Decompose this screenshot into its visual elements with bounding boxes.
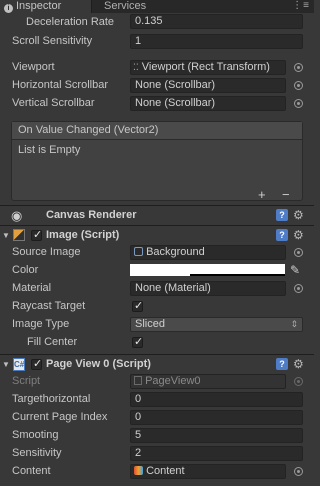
source-image-row: Source Image Background xyxy=(0,243,314,261)
raycast-target-row: Raycast Target xyxy=(0,297,314,315)
gear-icon[interactable]: ⚙ xyxy=(293,358,304,370)
content-picker-icon[interactable] xyxy=(294,467,303,476)
color-label: Color xyxy=(12,264,39,276)
target-horizontal-label: Targethorizontal xyxy=(12,393,91,405)
content-label: Content xyxy=(12,465,51,477)
viewport-label: Viewport xyxy=(12,61,55,73)
source-image-field[interactable]: Background xyxy=(130,245,286,260)
vertical-scrollbar-row: Vertical Scrollbar None (Scrollbar) xyxy=(0,94,314,112)
script-field: PageView0 xyxy=(130,374,286,389)
rect-transform-icon: ⁚⁚ xyxy=(133,62,139,72)
eye-icon: ◉ xyxy=(11,208,23,223)
vertical-scrollbar-field[interactable]: None (Scrollbar) xyxy=(130,96,286,111)
material-picker-icon[interactable] xyxy=(294,284,303,293)
deceleration-rate-field[interactable]: 0.135 xyxy=(130,14,303,29)
deceleration-rate-label: Deceleration Rate xyxy=(26,16,115,28)
sprite-icon xyxy=(134,247,143,256)
eyedropper-icon[interactable]: ✎ xyxy=(290,263,300,277)
image-type-row: Image Type Sliced ⇕ xyxy=(0,315,314,333)
smooting-label: Smooting xyxy=(12,429,59,441)
vertical-scrollbar-picker-icon[interactable] xyxy=(294,99,303,108)
raycast-target-checkbox[interactable] xyxy=(132,299,143,312)
content-field[interactable]: Content xyxy=(130,464,286,479)
viewport-field[interactable]: ⁚⁚ Viewport (Rect Transform) xyxy=(130,60,286,75)
gear-icon[interactable]: ⚙ xyxy=(293,209,304,221)
content-row: Content Content xyxy=(0,462,314,480)
dropdown-arrow-icon: ⇕ xyxy=(290,319,298,329)
alpha-bar xyxy=(190,274,285,276)
canvas-renderer-header[interactable]: ◉ Canvas Renderer ? ⚙ xyxy=(0,206,314,225)
color-row: Color ✎ xyxy=(0,261,314,279)
horizontal-scrollbar-row: Horizontal Scrollbar None (Scrollbar) xyxy=(0,76,314,94)
image-enabled-checkbox[interactable] xyxy=(31,228,42,241)
material-field[interactable]: None (Material) xyxy=(130,281,286,296)
target-horizontal-field[interactable]: 0 xyxy=(130,392,303,407)
tab-inspector-label: Inspector xyxy=(16,0,62,12)
script-value: PageView0 xyxy=(145,375,201,387)
rect-transform-color-icon xyxy=(134,466,143,475)
tab-services[interactable]: Services xyxy=(93,0,165,13)
fill-center-row: Fill Center xyxy=(0,333,314,351)
image-type-label: Image Type xyxy=(12,318,70,330)
script-picker-icon xyxy=(294,377,303,386)
scroll-sensitivity-field[interactable]: 1 xyxy=(130,34,303,49)
event-list-empty-text: List is Empty xyxy=(18,144,81,156)
viewport-object-picker-icon[interactable] xyxy=(294,63,303,72)
sensitivity-label: Sensitivity xyxy=(12,447,62,459)
current-page-index-row: Current Page Index 0 xyxy=(0,408,314,426)
deceleration-rate-row: Deceleration Rate 0.135 xyxy=(0,13,314,31)
color-swatch[interactable] xyxy=(130,264,285,276)
smooting-field[interactable]: 5 xyxy=(130,428,303,443)
sensitivity-field[interactable]: 2 xyxy=(130,446,303,461)
material-row: Material None (Material) xyxy=(0,279,314,297)
material-label: Material xyxy=(12,282,52,294)
horizontal-scrollbar-field[interactable]: None (Scrollbar) xyxy=(130,78,286,93)
viewport-value: Viewport (Rect Transform) xyxy=(141,61,270,73)
sensitivity-row: Sensitivity 2 xyxy=(0,444,314,462)
horizontal-scrollbar-picker-icon[interactable] xyxy=(294,81,303,90)
inspector-tab-bar: i Inspector Services ⋮≡ xyxy=(0,0,314,13)
horizontal-scrollbar-label: Horizontal Scrollbar xyxy=(12,79,108,91)
foldout-arrow-icon[interactable]: ▼ xyxy=(2,360,10,369)
info-icon: i xyxy=(4,4,13,13)
image-type-dropdown[interactable]: Sliced ⇕ xyxy=(130,317,303,332)
scroll-sensitivity-label: Scroll Sensitivity xyxy=(12,35,93,47)
tab-inspector[interactable]: i Inspector xyxy=(0,0,92,13)
vertical-scrollbar-label: Vertical Scrollbar xyxy=(12,97,95,109)
image-type-value: Sliced xyxy=(135,318,165,330)
foldout-arrow-icon[interactable]: ▼ xyxy=(2,231,10,240)
current-page-index-label: Current Page Index xyxy=(12,411,108,423)
on-value-changed-header: On Value Changed (Vector2) xyxy=(12,122,302,140)
raycast-target-label: Raycast Target xyxy=(12,300,86,312)
source-image-label: Source Image xyxy=(12,246,81,258)
help-book-icon[interactable]: ? xyxy=(276,209,288,221)
canvas-renderer-title: Canvas Renderer xyxy=(46,209,137,221)
page-view-enabled-checkbox[interactable] xyxy=(31,357,42,370)
help-book-icon[interactable]: ? xyxy=(276,358,288,370)
tab-menu-icon[interactable]: ⋮≡ xyxy=(292,0,310,11)
target-horizontal-row: Targethorizontal 0 xyxy=(0,390,314,408)
viewport-row: Viewport ⁚⁚ Viewport (Rect Transform) xyxy=(0,58,314,76)
script-row: Script PageView0 xyxy=(0,372,314,390)
script-file-icon xyxy=(134,376,142,385)
source-image-picker-icon[interactable] xyxy=(294,248,303,257)
tab-services-label: Services xyxy=(104,0,147,12)
source-image-value: Background xyxy=(146,246,205,258)
csharp-script-icon: C# xyxy=(13,358,25,371)
fill-center-label: Fill Center xyxy=(27,336,78,348)
current-page-index-field[interactable]: 0 xyxy=(130,410,303,425)
script-label: Script xyxy=(12,375,41,387)
gear-icon[interactable]: ⚙ xyxy=(293,229,304,241)
scroll-sensitivity-row: Scroll Sensitivity 1 xyxy=(0,32,314,50)
content-value: Content xyxy=(146,465,185,477)
image-component-icon xyxy=(13,229,25,241)
fill-center-checkbox[interactable] xyxy=(132,335,143,348)
smooting-row: Smooting 5 xyxy=(0,426,314,444)
help-book-icon[interactable]: ? xyxy=(276,229,288,241)
